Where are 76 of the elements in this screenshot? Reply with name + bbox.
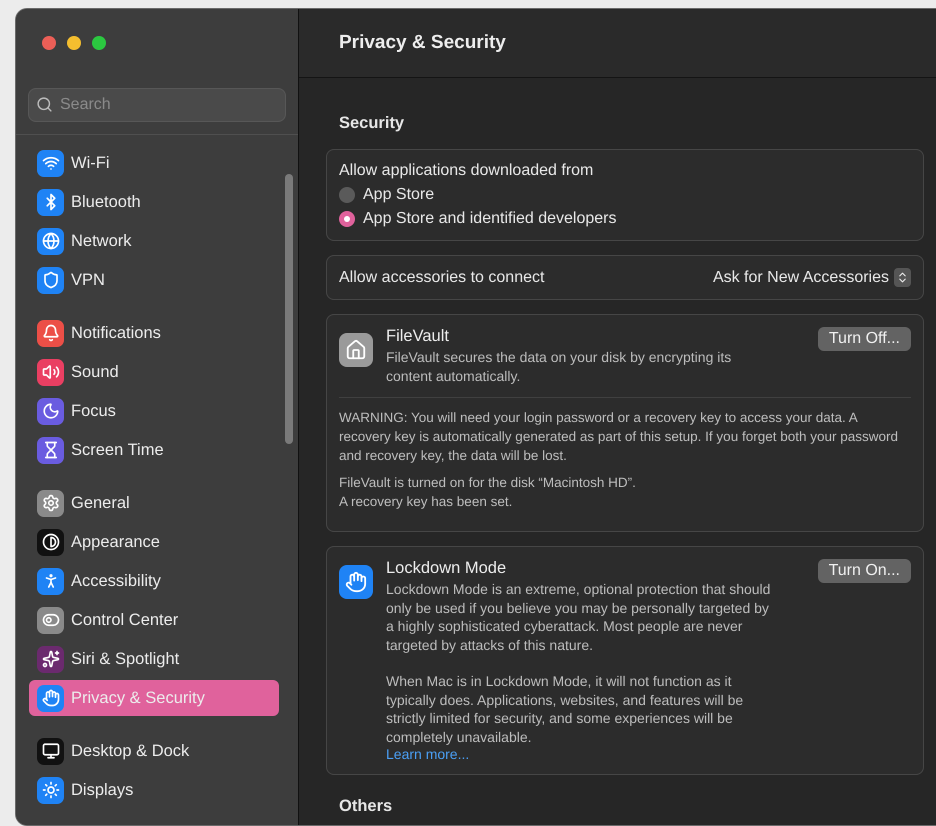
sidebar-item-label: VPN [71,270,105,290]
sidebar-item[interactable]: Network [29,223,279,259]
feature-title: FileVault [386,327,450,346]
sidebar-item[interactable]: General [29,485,279,521]
sidebar-item[interactable]: VPN [29,262,279,298]
sidebar-item-label: Notifications [71,324,161,342]
section-heading: Security [339,114,406,133]
sidebar-item[interactable]: Appearance [29,524,279,560]
feature-description: When Mac is in Lockdown Mode, it will not function as it typically does. Applications, websites, and features will be strictly limited for security, and some experiences will be completely unavailable. [386,672,744,746]
house-icon [339,333,373,367]
sidebar-item-label: Screen Time [71,440,164,460]
bluetooth-icon [37,188,64,216]
radio-label: App Store and identified developers [363,210,617,228]
sidebar-item-label: Appearance [71,532,160,552]
feature-description: FileVault secures the data on your disk by encrypting its content automatically. [386,348,732,385]
sidebar-item-label: Focus [71,402,116,420]
sidebar-item[interactable]: Screen Time [29,432,279,468]
person-icon [37,568,64,594]
sidebar-item-label: Network [71,232,132,250]
sidebar-item-label: Accessibility [71,572,161,590]
hourglass-icon [37,436,64,464]
sidebar-item-label: Wi-Fi [71,154,110,172]
sidebar-item-label: Privacy & Security [71,688,205,708]
stepper-icon [894,268,911,287]
learn-more-link[interactable]: Learn more... [386,746,470,762]
setting-label: Allow applications downloaded from [339,162,594,180]
warning-text: WARNING: You will need your login password or a recovery key to access your data. A recovery key is automatically generated as part of this setup. If you forget both your password and recovery key, the data will be lost. [339,409,900,465]
toggle-icon [37,606,64,634]
sidebar-item-label: General [71,494,130,512]
globe-icon [37,266,64,294]
sidebar-item-label: Siri & Spotlight [71,650,180,668]
sidebar-item[interactable]: Accessibility [29,563,279,599]
bell-icon [37,320,64,346]
turn-on-button[interactable]: Turn On... [818,559,911,583]
radio-button[interactable] [339,211,355,227]
search-field[interactable]: Search [28,88,286,122]
setting-label: Allow accessories to connect [339,268,544,286]
hand-icon [37,684,64,712]
sun-icon [37,776,64,804]
scrollbar-thumb[interactable] [285,174,293,444]
sidebar-item[interactable]: Displays [29,772,279,808]
contrast-icon [37,528,64,556]
sidebar-item-label: Desktop & Dock [71,742,190,760]
turn-off-button[interactable]: Turn Off... [818,327,911,351]
feature-title: Lockdown Mode [386,559,508,578]
minimize-button[interactable] [67,36,81,50]
sidebar-item[interactable]: Focus [29,393,279,429]
sidebar-item[interactable]: Bluetooth [29,184,279,220]
sidebar-item-label: Displays [71,780,134,800]
monitor-icon [37,738,64,764]
zoom-button[interactable] [92,36,106,50]
sidebar-item[interactable]: Control Center [29,602,279,638]
sidebar-item[interactable]: Sound [29,354,279,390]
close-button[interactable] [42,36,56,50]
sidebar-item[interactable]: Notifications [29,315,279,351]
accessories-dropdown[interactable]: Ask for New Accessories [712,268,911,287]
sidebar-item[interactable]: Wi-Fi [29,145,279,181]
globe-icon [37,228,64,254]
speaker-icon [37,358,64,386]
search-icon [36,96,53,114]
sidebar-item-label: Sound [71,362,119,382]
sidebar-item[interactable]: Siri & Spotlight [29,641,279,677]
wifi-icon [37,150,64,176]
radio-label: App Store [363,186,434,204]
status-text: FileVault is turned on for the disk “Macintosh HD”. A recovery key has been set. [339,474,637,511]
sidebar-item-label: Control Center [71,610,178,630]
window-title: Privacy & Security [339,32,506,54]
moon-icon [37,398,64,424]
section-heading: Others [339,797,394,816]
radio-button[interactable] [339,187,355,203]
sidebar-item[interactable]: Desktop & Dock [29,733,279,769]
gear-icon [37,490,64,516]
feature-description: Lockdown Mode is an extreme, optional protection that should only be used if you believe you may be personally targeted by a highly sophisticated cyberattack. Most people are never targeted by attacks of this nature. [386,580,772,654]
hand-icon [339,565,373,599]
sidebar-item-label: Bluetooth [71,192,141,212]
sparkle-icon [37,646,64,672]
